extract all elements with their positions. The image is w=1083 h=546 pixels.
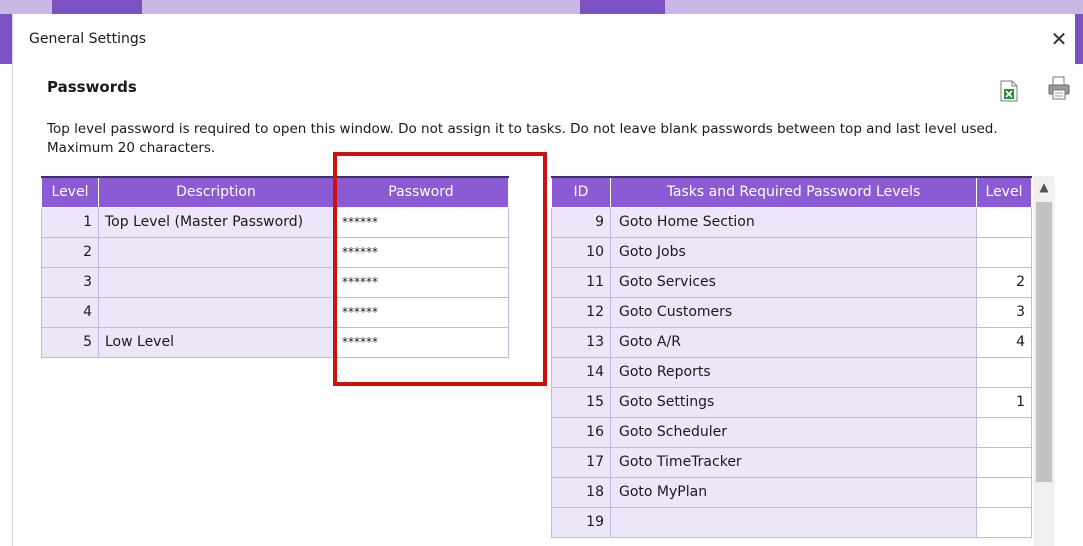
table-row[interactable]: 18 Goto MyPlan (551, 476, 1032, 508)
scroll-thumb[interactable] (1036, 202, 1052, 482)
close-icon[interactable]: ✕ (1044, 24, 1074, 54)
task-cell: Goto MyPlan (610, 476, 977, 508)
section-title: Passwords (47, 78, 137, 96)
column-header-task[interactable]: Tasks and Required Password Levels (610, 176, 977, 208)
excel-export-icon[interactable] (999, 80, 1019, 102)
level-cell: 2 (41, 236, 99, 268)
password-cell[interactable]: ****** (333, 206, 509, 238)
required-level-cell[interactable] (976, 236, 1032, 268)
required-level-cell[interactable]: 3 (976, 296, 1032, 328)
task-cell: Goto Home Section (610, 206, 977, 238)
task-levels-table: ID Tasks and Required Password Levels Le… (551, 176, 1032, 538)
print-icon[interactable] (1047, 76, 1071, 100)
parent-window-edge (1075, 14, 1083, 64)
id-cell: 15 (551, 386, 611, 418)
level-cell: 5 (41, 326, 99, 358)
parent-tab (580, 0, 665, 14)
task-cell: Goto TimeTracker (610, 446, 977, 478)
table-row[interactable]: 15 Goto Settings 1 (551, 386, 1032, 418)
window-title: General Settings (29, 31, 147, 47)
column-header-level[interactable]: Level (976, 176, 1032, 208)
id-cell: 12 (551, 296, 611, 328)
instructions-text: Top level password is required to open t… (47, 121, 998, 156)
task-cell: Goto Customers (610, 296, 977, 328)
required-level-cell[interactable]: 4 (976, 326, 1032, 358)
id-cell: 10 (551, 236, 611, 268)
table-row[interactable]: 3 ****** (41, 266, 509, 298)
table-header-row: ID Tasks and Required Password Levels Le… (551, 176, 1032, 208)
table-row[interactable]: 2 ****** (41, 236, 509, 268)
id-cell: 18 (551, 476, 611, 508)
table-row[interactable]: 9 Goto Home Section (551, 206, 1032, 238)
task-cell: Goto A/R (610, 326, 977, 358)
task-cell (610, 506, 977, 538)
parent-window-strip (0, 0, 1083, 14)
table-row[interactable]: 5 Low Level ****** (41, 326, 509, 358)
general-settings-dialog: General Settings ✕ Passwords Top level p… (12, 14, 1075, 546)
table-header-row: Level Description Password (41, 176, 509, 208)
table-row[interactable]: 14 Goto Reports (551, 356, 1032, 388)
task-cell: Goto Settings (610, 386, 977, 418)
title-bar[interactable]: General Settings ✕ (13, 14, 1076, 64)
description-cell[interactable]: Low Level (98, 326, 334, 358)
task-cell: Goto Scheduler (610, 416, 977, 448)
description-cell[interactable]: Top Level (Master Password) (98, 206, 334, 238)
description-cell[interactable] (98, 296, 334, 328)
password-cell[interactable]: ****** (333, 326, 509, 358)
table-row[interactable]: 4 ****** (41, 296, 509, 328)
vertical-scrollbar[interactable]: ▲ (1033, 176, 1055, 546)
table-row[interactable]: 10 Goto Jobs (551, 236, 1032, 268)
required-level-cell[interactable] (976, 356, 1032, 388)
required-level-cell[interactable] (976, 416, 1032, 448)
task-cell: Goto Services (610, 266, 977, 298)
parent-window-edge (0, 14, 12, 64)
password-cell[interactable]: ****** (333, 236, 509, 268)
table-row[interactable]: 11 Goto Services 2 (551, 266, 1032, 298)
table-row[interactable]: 12 Goto Customers 3 (551, 296, 1032, 328)
password-levels-table: Level Description Password 1 Top Level (… (41, 176, 509, 358)
column-header-password[interactable]: Password (333, 176, 509, 208)
required-level-cell[interactable] (976, 206, 1032, 238)
description-cell[interactable] (98, 266, 334, 298)
password-cell[interactable]: ****** (333, 266, 509, 298)
task-cell: Goto Reports (610, 356, 977, 388)
id-cell: 13 (551, 326, 611, 358)
level-cell: 4 (41, 296, 99, 328)
table-row[interactable]: 16 Goto Scheduler (551, 416, 1032, 448)
required-level-cell[interactable]: 1 (976, 386, 1032, 418)
id-cell: 19 (551, 506, 611, 538)
table-row[interactable]: 1 Top Level (Master Password) ****** (41, 206, 509, 238)
id-cell: 16 (551, 416, 611, 448)
table-row[interactable]: 19 (551, 506, 1032, 538)
id-cell: 9 (551, 206, 611, 238)
required-level-cell[interactable] (976, 446, 1032, 478)
level-cell: 3 (41, 266, 99, 298)
id-cell: 11 (551, 266, 611, 298)
column-header-level[interactable]: Level (41, 176, 99, 208)
column-header-description[interactable]: Description (98, 176, 334, 208)
table-row[interactable]: 13 Goto A/R 4 (551, 326, 1032, 358)
scroll-up-icon[interactable]: ▲ (1033, 176, 1055, 198)
task-cell: Goto Jobs (610, 236, 977, 268)
id-cell: 14 (551, 356, 611, 388)
id-cell: 17 (551, 446, 611, 478)
password-cell[interactable]: ****** (333, 296, 509, 328)
required-level-cell[interactable] (976, 476, 1032, 508)
required-level-cell[interactable]: 2 (976, 266, 1032, 298)
table-row[interactable]: 17 Goto TimeTracker (551, 446, 1032, 478)
description-cell[interactable] (98, 236, 334, 268)
required-level-cell[interactable] (976, 506, 1032, 538)
parent-tab (52, 0, 142, 14)
level-cell: 1 (41, 206, 99, 238)
column-header-id[interactable]: ID (551, 176, 611, 208)
